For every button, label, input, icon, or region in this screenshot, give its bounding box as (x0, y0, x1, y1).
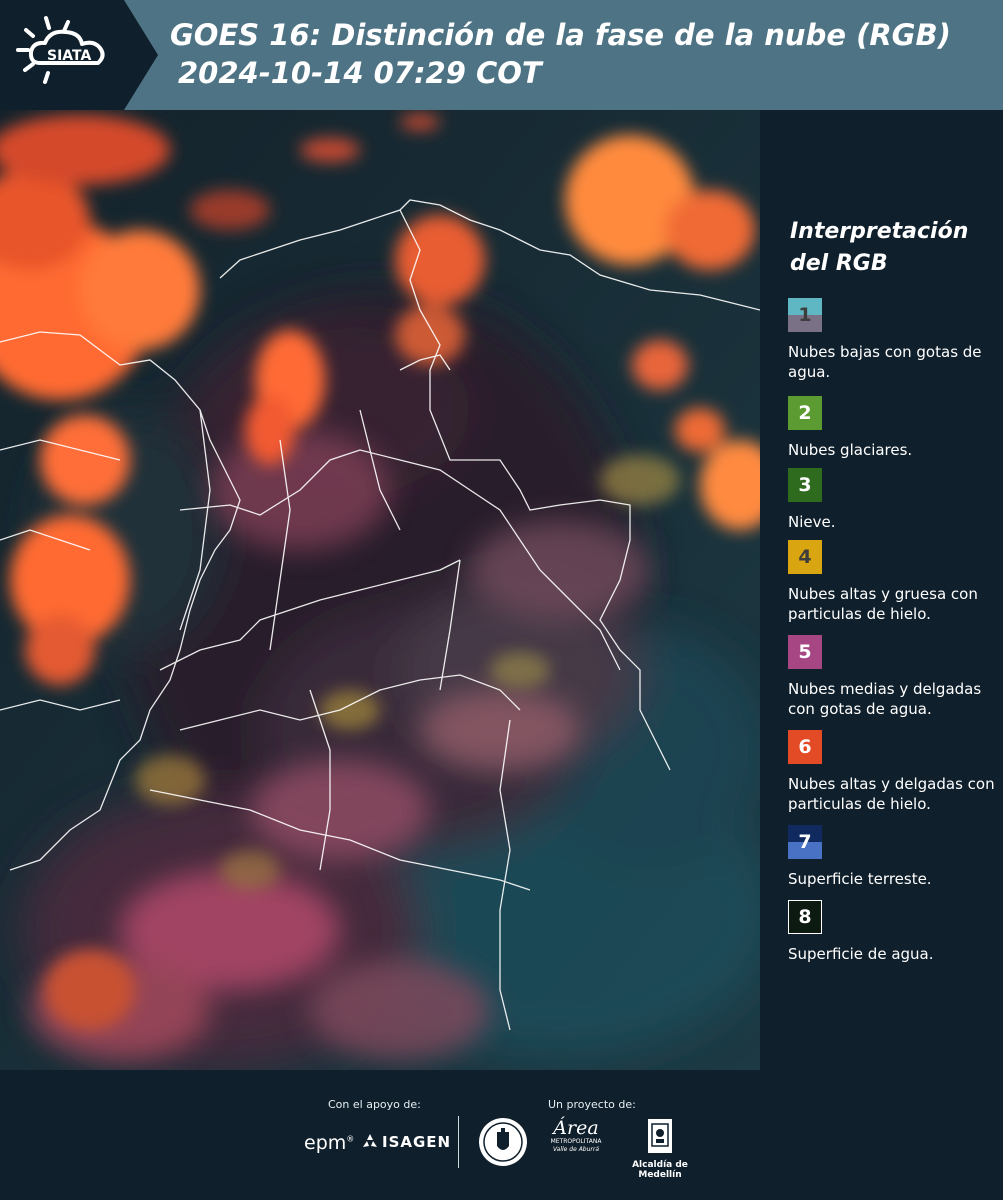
legend-number: 5 (798, 641, 812, 663)
siata-logo-text: SIATA (47, 48, 92, 64)
legend-number: 8 (798, 906, 812, 928)
isagen-logo-text: ISAGEN (382, 1133, 452, 1151)
legend-label: Superficie terreste. (788, 870, 932, 888)
legend-number: 4 (798, 546, 812, 568)
legend-swatch: 2 (788, 396, 822, 430)
legend-panel: Interpretación del RGB 1 Nubes bajas con … (760, 110, 1003, 1070)
legend-item-6: 6 Nubes altas y delgadas con particulas d… (788, 730, 998, 814)
legend-swatch: 7 (788, 825, 822, 859)
legend-number: 6 (798, 736, 812, 758)
title-line-2: 2024-10-14 07:29 COT (178, 56, 542, 90)
legend-title: Interpretación del RGB (790, 219, 969, 276)
legend-label: Nubes medias y delgadas con gotas de agu… (788, 680, 982, 718)
legend-swatch: 5 (788, 635, 822, 669)
page-title: GOES 16: Distinción de la fase de la nub… (170, 16, 951, 92)
area-logo-title: Área (553, 1117, 599, 1139)
isagen-icon (363, 1134, 377, 1147)
legend-swatch: 3 (788, 468, 822, 502)
area-logo-line3: Valle de Aburrá (552, 1146, 600, 1153)
area-logo-line2: METROPOLITANA (550, 1138, 602, 1145)
legend-swatch: 1 (788, 298, 822, 332)
legend-number: 1 (798, 304, 812, 326)
legend-swatch: 4 (788, 540, 822, 574)
epm-logo: epm® (304, 1132, 355, 1154)
legend-label: Nubes bajas con gotas de agua. (788, 343, 982, 381)
legend-number: 3 (798, 474, 812, 496)
legend-swatch: 8 (788, 900, 822, 934)
satellite-map-image (0, 110, 760, 1070)
title-line-1: GOES 16: Distinción de la fase de la nub… (170, 18, 951, 52)
isagen-logo: ISAGEN (360, 1132, 451, 1152)
area-metropolitana-logo: Área METROPOLITANA Valle de Aburrá (550, 1118, 602, 1168)
legend-label: Nubes altas y gruesa con particulas de h… (788, 585, 978, 623)
legend-label: Nubes glaciares. (788, 441, 913, 459)
legend-item-7: 7 Superficie terreste. (788, 825, 998, 889)
university-seal-logo (477, 1116, 529, 1172)
alcaldia-text: Alcaldía de Medellín (632, 1160, 688, 1180)
legend-item-4: 4 Nubes altas y gruesa con particulas de … (788, 540, 998, 624)
legend-item-3: 3 Nieve. (788, 468, 998, 532)
medellin-shield-icon (648, 1119, 672, 1153)
legend-label: Superficie de agua. (788, 945, 934, 963)
footer: Con el apoyo de: Un proyecto de: epm® IS… (0, 1070, 1003, 1200)
legend-item-2: 2 Nubes glaciares. (788, 396, 998, 460)
legend-number: 2 (798, 402, 812, 424)
alcaldia-medellin-logo: Alcaldía de Medellín (612, 1116, 708, 1180)
epm-logo-text: epm (304, 1132, 347, 1154)
legend-item-8: 8 Superficie de agua. (788, 900, 998, 964)
legend-item-1: 1 Nubes bajas con gotas de agua. (788, 298, 998, 382)
legend-item-5: 5 Nubes medias y delgadas con gotas de ag… (788, 635, 998, 719)
satellite-map (0, 110, 760, 1070)
footer-divider (458, 1116, 459, 1168)
project-label: Un proyecto de: (548, 1098, 636, 1111)
siata-logo: SIATA (0, 0, 158, 110)
legend-label: Nubes altas y delgadas con particulas de… (788, 775, 995, 813)
legend-label: Nieve. (788, 513, 836, 531)
legend-swatch: 6 (788, 730, 822, 764)
header-bar: SIATA GOES 16: Distinción de la fase de … (0, 0, 1003, 110)
legend-number: 7 (798, 831, 812, 853)
support-label: Con el apoyo de: (328, 1098, 421, 1111)
